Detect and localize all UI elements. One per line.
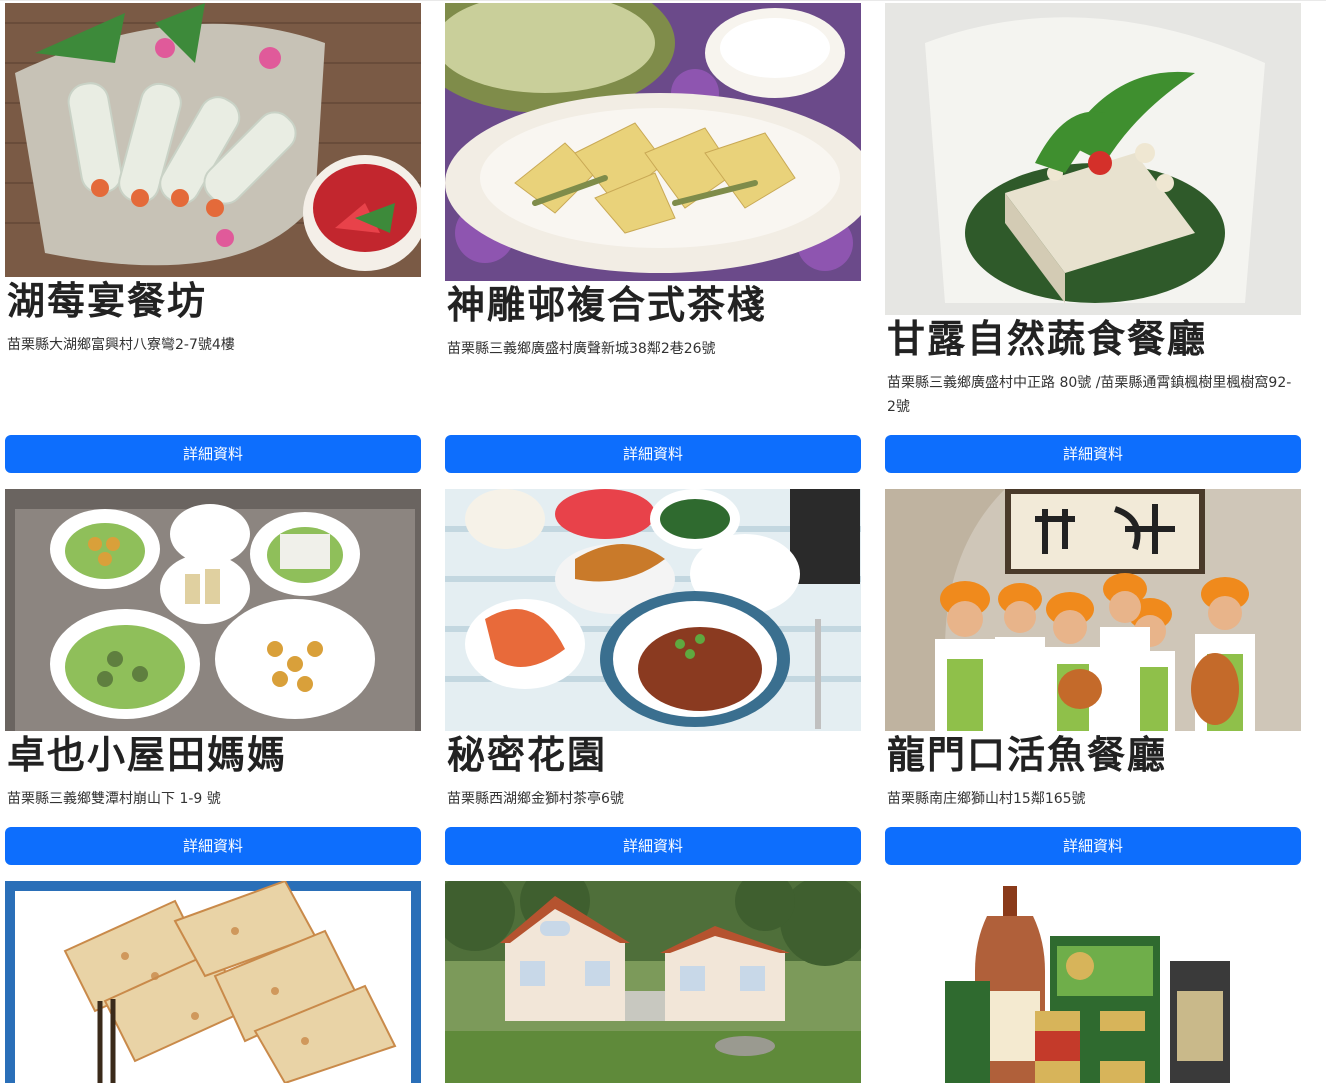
- restaurant-photo[interactable]: [885, 489, 1301, 731]
- restaurant-card: 卓也小屋田媽媽 苗栗縣三義鄉雙潭村崩山下 1-9 號 詳細資料: [5, 489, 421, 865]
- restaurant-card: 神雕邨複合式茶棧 苗栗縣三義鄉廣盛村廣聲新城38鄰2巷26號 詳細資料: [445, 3, 861, 473]
- details-button[interactable]: 詳細資料: [885, 827, 1301, 865]
- farmhouse-building-photo: [445, 881, 861, 1083]
- restaurant-photo[interactable]: [5, 881, 421, 1083]
- restaurant-photo[interactable]: [885, 881, 1301, 1083]
- shrimp-spring-rolls-photo: [5, 3, 421, 277]
- restaurant-card: 秘密花園 苗栗縣西湖鄉金獅村茶亭6號 詳細資料: [445, 489, 861, 865]
- restaurant-name: 龍門口活魚餐廳: [887, 733, 1168, 777]
- tofu-dish-photo: [885, 3, 1301, 315]
- restaurant-photo[interactable]: [445, 3, 861, 281]
- vegetarian-banquet-photo: [5, 489, 421, 731]
- details-button[interactable]: 詳細資料: [885, 435, 1301, 473]
- details-button[interactable]: 詳細資料: [445, 827, 861, 865]
- restaurant-photo[interactable]: [5, 489, 421, 731]
- restaurant-name: 神雕邨複合式茶棧: [447, 283, 768, 327]
- restaurant-address: 苗栗縣三義鄉廣盛村廣聲新城38鄰2巷26號: [447, 341, 716, 357]
- details-button[interactable]: 詳細資料: [445, 435, 861, 473]
- restaurant-name: 甘露自然蔬食餐廳: [887, 317, 1208, 361]
- set-meal-photo: [445, 489, 861, 731]
- restaurant-address: 苗栗縣三義鄉雙潭村崩山下 1-9 號: [7, 791, 221, 807]
- restaurant-card: [885, 881, 1301, 1083]
- restaurant-card: [5, 881, 421, 1083]
- restaurant-card: 湖莓宴餐坊 苗栗縣大湖鄉富興村八寮彎2-7號4樓 詳細資料: [5, 3, 421, 473]
- restaurant-name: 秘密花園: [447, 733, 608, 777]
- products-bottles-photo: [885, 881, 1301, 1083]
- restaurant-card: 龍門口活魚餐廳 苗栗縣南庄鄉獅山村15鄰165號 詳細資料: [885, 489, 1301, 865]
- restaurant-photo[interactable]: [445, 489, 861, 731]
- restaurant-name: 卓也小屋田媽媽: [7, 733, 288, 777]
- restaurant-photo[interactable]: [445, 881, 861, 1083]
- restaurant-card-grid: 湖莓宴餐坊 苗栗縣大湖鄉富興村八寮彎2-7號4樓 詳細資料 神雕邨複合式茶棧 苗…: [0, 0, 1326, 1083]
- restaurant-address: 苗栗縣南庄鄉獅山村15鄰165號: [887, 791, 1086, 807]
- restaurant-address: 苗栗縣三義鄉廣盛村中正路 80號 /苗栗縣通霄鎮楓樹里楓樹窩92-2號: [887, 375, 1292, 415]
- restaurant-photo[interactable]: [5, 3, 421, 277]
- restaurant-name: 湖莓宴餐坊: [7, 279, 208, 323]
- restaurant-address: 苗栗縣西湖鄉金獅村茶亭6號: [447, 791, 624, 807]
- restaurant-card: 甘露自然蔬食餐廳 苗栗縣三義鄉廣盛村中正路 80號 /苗栗縣通霄鎮楓樹里楓樹窩9…: [885, 3, 1301, 473]
- staff-group-photo: [885, 489, 1301, 731]
- radish-cake-photo: [5, 881, 421, 1083]
- bamboo-shoot-salad-photo: [445, 3, 861, 281]
- details-button[interactable]: 詳細資料: [5, 435, 421, 473]
- restaurant-address: 苗栗縣大湖鄉富興村八寮彎2-7號4樓: [7, 337, 235, 353]
- restaurant-card: [445, 881, 861, 1083]
- details-button[interactable]: 詳細資料: [5, 827, 421, 865]
- restaurant-photo[interactable]: [885, 3, 1301, 315]
